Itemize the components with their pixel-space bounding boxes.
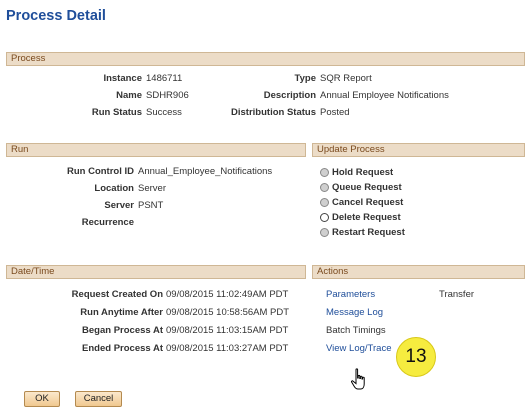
delete-request-radio[interactable]: Delete Request [320,211,401,224]
run-control-id-value: Annual_Employee_Notifications [138,166,273,177]
ok-button[interactable]: OK [24,391,60,407]
run-anytime-label: Run Anytime After [80,307,163,318]
hold-request-radio[interactable]: Hold Request [320,166,393,179]
instance-label: Instance [103,73,142,84]
message-log-link[interactable]: Message Log [326,307,383,318]
request-created-value: 09/08/2015 11:02:49AM PDT [166,289,289,300]
description-label: Description [263,90,316,101]
radio-circle [320,198,329,207]
delete-request-label: Delete Request [332,212,401,223]
process-section-header: Process [6,52,525,66]
type-value: SQR Report [320,73,372,84]
run-status-label: Run Status [91,107,142,118]
restart-request-radio[interactable]: Restart Request [320,226,405,239]
server-label: Server [104,200,134,211]
type-label: Type [294,73,316,84]
queue-request-label: Queue Request [332,182,402,193]
restart-request-label: Restart Request [332,227,405,238]
run-control-id-label: Run Control ID [66,166,134,177]
name-value: SDHR906 [146,90,189,101]
description-value: Annual Employee Notifications [320,90,449,101]
cancel-request-radio[interactable]: Cancel Request [320,196,403,209]
hand-cursor-icon [351,368,365,390]
queue-request-radio[interactable]: Queue Request [320,181,402,194]
location-value: Server [138,183,166,194]
cancel-button[interactable]: Cancel [75,391,122,407]
hold-request-label: Hold Request [332,167,394,178]
radio-circle [320,168,329,177]
view-log-trace-link[interactable]: View Log/Trace [326,343,391,354]
step-number-badge: 13 [396,337,436,377]
instance-value: 1486711 [146,73,183,84]
distribution-status-value: Posted [320,107,350,118]
ended-process-label: Ended Process At [82,343,163,354]
began-process-value: 09/08/2015 11:03:15AM PDT [166,325,289,336]
run-section-header: Run [6,143,306,157]
radio-circle [320,213,329,222]
server-value: PSNT [138,200,164,211]
actions-section-header: Actions [312,265,525,279]
update-process-section-header: Update Process [312,143,525,157]
ended-process-value: 09/08/2015 11:03:27AM PDT [166,343,289,354]
transfer-label: Transfer [439,289,475,300]
run-status-value: Success [146,107,182,118]
datetime-section-header: Date/Time [6,265,306,279]
radio-circle [320,228,329,237]
began-process-label: Began Process At [82,325,163,336]
parameters-link[interactable]: Parameters [326,289,375,300]
request-created-label: Request Created On [71,289,163,300]
recurrence-label: Recurrence [81,217,134,228]
distribution-status-label: Distribution Status [231,107,316,118]
page-title: Process Detail [6,8,106,24]
cancel-request-label: Cancel Request [332,197,404,208]
location-label: Location [94,183,134,194]
run-anytime-value: 09/08/2015 10:58:56AM PDT [166,307,290,318]
radio-circle [320,183,329,192]
name-label: Name [116,90,142,101]
batch-timings-label: Batch Timings [326,325,386,336]
